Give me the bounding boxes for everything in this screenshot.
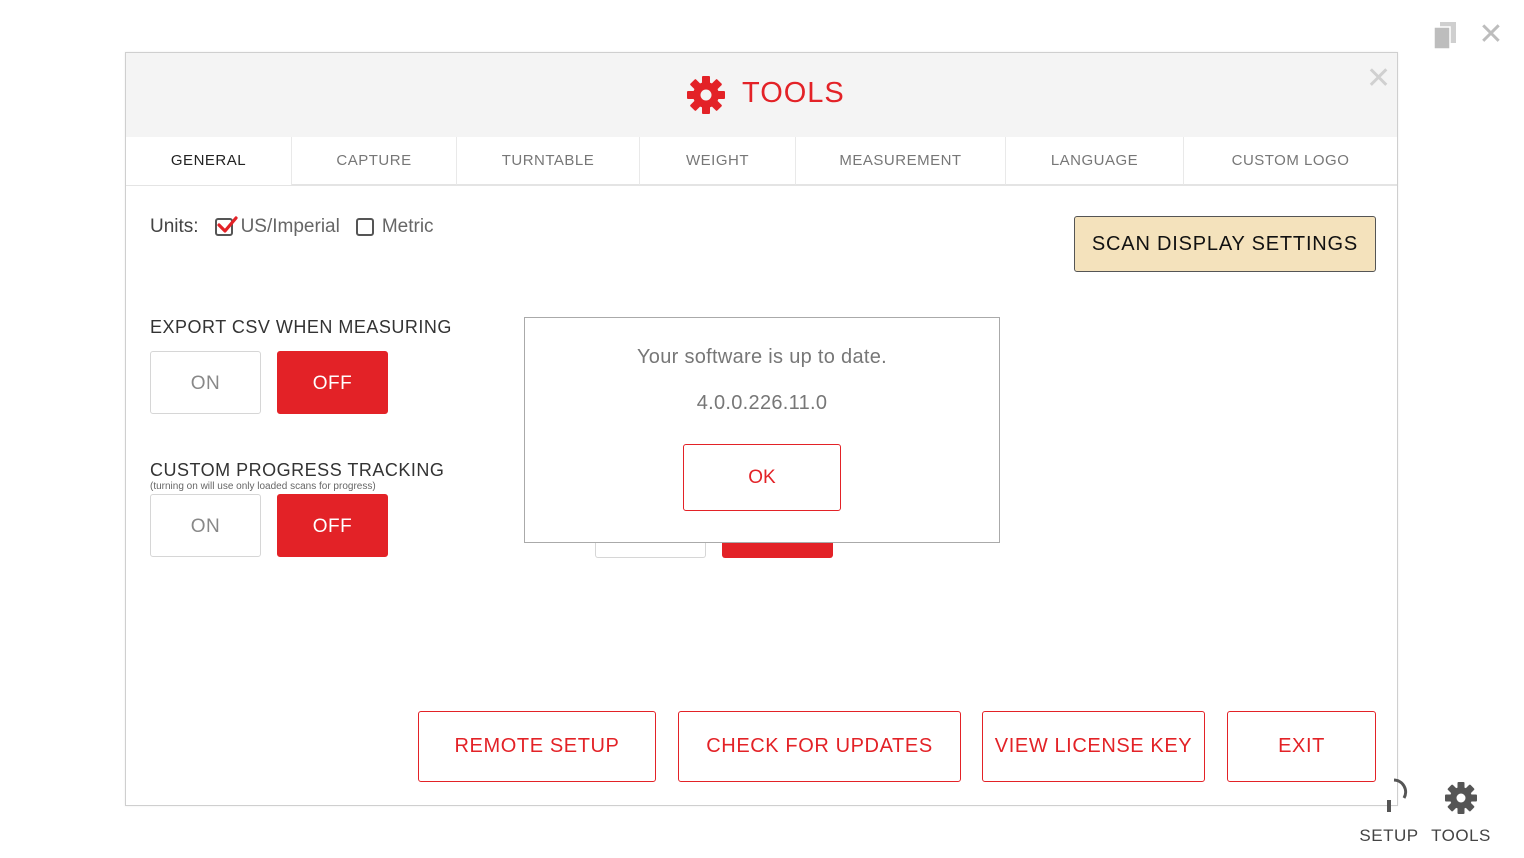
gear-icon <box>686 75 726 115</box>
units-row: Units: US/Imperial Metric <box>150 216 450 238</box>
setup-label[interactable]: SETUP <box>1358 826 1420 846</box>
export-csv-on-button[interactable]: ON <box>150 351 261 414</box>
progress-tracking-off-button[interactable]: OFF <box>277 494 388 557</box>
tools-gear-icon[interactable] <box>1443 780 1479 816</box>
view-license-key-button[interactable]: VIEW LICENSE KEY <box>982 711 1205 782</box>
tab-custom-logo[interactable]: CUSTOM LOGO <box>1184 137 1397 185</box>
tab-bar: GENERAL CAPTURE TURNTABLE WEIGHT MEASURE… <box>126 137 1397 186</box>
popup-ok-button[interactable]: OK <box>683 444 841 511</box>
exit-button[interactable]: EXIT <box>1227 711 1376 782</box>
tab-measurement[interactable]: MEASUREMENT <box>796 137 1006 185</box>
scan-display-settings-button[interactable]: SCAN DISPLAY SETTINGS <box>1074 216 1376 272</box>
tab-general[interactable]: GENERAL <box>126 137 292 185</box>
close-icon[interactable]: ✕ <box>1478 20 1504 50</box>
update-popup: Your software is up to date. 4.0.0.226.1… <box>524 317 1000 543</box>
remote-setup-button[interactable]: REMOTE SETUP <box>418 711 656 782</box>
tools-dialog: TOOLS ✕ GENERAL CAPTURE TURNTABLE WEIGHT… <box>125 52 1398 806</box>
progress-tracking-title: CUSTOM PROGRESS TRACKING <box>150 460 445 480</box>
tab-turntable[interactable]: TURNTABLE <box>457 137 640 185</box>
progress-tracking-on-button[interactable]: ON <box>150 494 261 557</box>
tab-capture[interactable]: CAPTURE <box>292 137 457 185</box>
metric-label[interactable]: Metric <box>382 216 434 238</box>
dialog-close-icon[interactable]: ✕ <box>1366 61 1391 96</box>
popup-message: Your software is up to date. <box>636 346 888 368</box>
tab-weight[interactable]: WEIGHT <box>640 137 796 185</box>
checkmark-icon <box>216 216 238 233</box>
progress-tracking-note: (turning on will use only loaded scans f… <box>150 481 376 492</box>
tab-language[interactable]: LANGUAGE <box>1006 137 1184 185</box>
metric-checkbox[interactable] <box>355 218 374 236</box>
dialog-header: TOOLS ✕ <box>126 53 1397 137</box>
tools-label[interactable]: TOOLS <box>1428 826 1494 846</box>
copy-icon[interactable] <box>1432 22 1458 50</box>
units-label: Units: <box>150 216 199 237</box>
dialog-title: TOOLS <box>742 77 845 109</box>
export-csv-title: EXPORT CSV WHEN MEASURING <box>150 317 452 337</box>
us-imperial-label[interactable]: US/Imperial <box>241 216 340 238</box>
us-imperial-checkbox[interactable] <box>214 216 238 236</box>
check-for-updates-button[interactable]: CHECK FOR UPDATES <box>678 711 961 782</box>
export-csv-off-button[interactable]: OFF <box>277 351 388 414</box>
popup-version: 4.0.0.226.11.0 <box>696 392 828 414</box>
setup-icon[interactable] <box>1380 778 1410 814</box>
